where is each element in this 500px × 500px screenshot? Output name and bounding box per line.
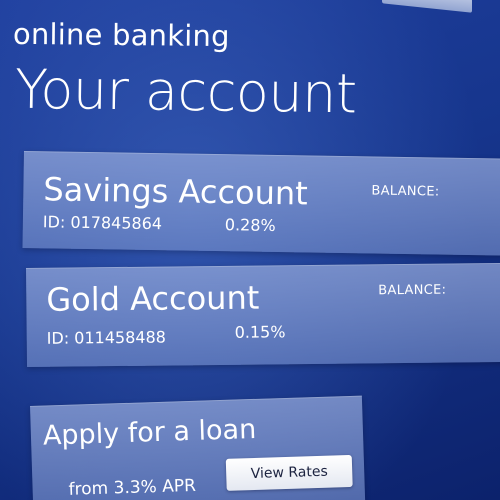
page-title: Your account <box>14 57 358 126</box>
account-card-gold[interactable]: Gold Account BALANCE: ID: 011458488 0.15… <box>26 262 500 367</box>
view-rates-button[interactable]: View Rates <box>225 454 353 491</box>
loan-card: Apply for a loan from 3.3% APR View Rate… <box>30 395 366 500</box>
loan-title: Apply for a loan <box>42 413 257 452</box>
account-card-savings[interactable]: Savings Account BALANCE: ID: 017845864 0… <box>22 151 500 256</box>
banking-screen: online banking Your account Savings Acco… <box>0 0 500 500</box>
balance-label: BALANCE: <box>371 183 440 200</box>
brand-label: online banking <box>12 16 230 54</box>
account-id: ID: 017845864 <box>42 212 163 234</box>
account-name: Gold Account <box>46 278 260 319</box>
account-id: ID: 011458488 <box>46 327 166 348</box>
loan-apr-text: from 3.3% APR <box>68 475 197 500</box>
account-rate: 0.15% <box>234 322 286 342</box>
account-name: Savings Account <box>43 170 309 213</box>
balance-label: BALANCE: <box>378 282 447 299</box>
top-edge-strip <box>382 0 472 13</box>
account-rate: 0.28% <box>224 215 276 235</box>
